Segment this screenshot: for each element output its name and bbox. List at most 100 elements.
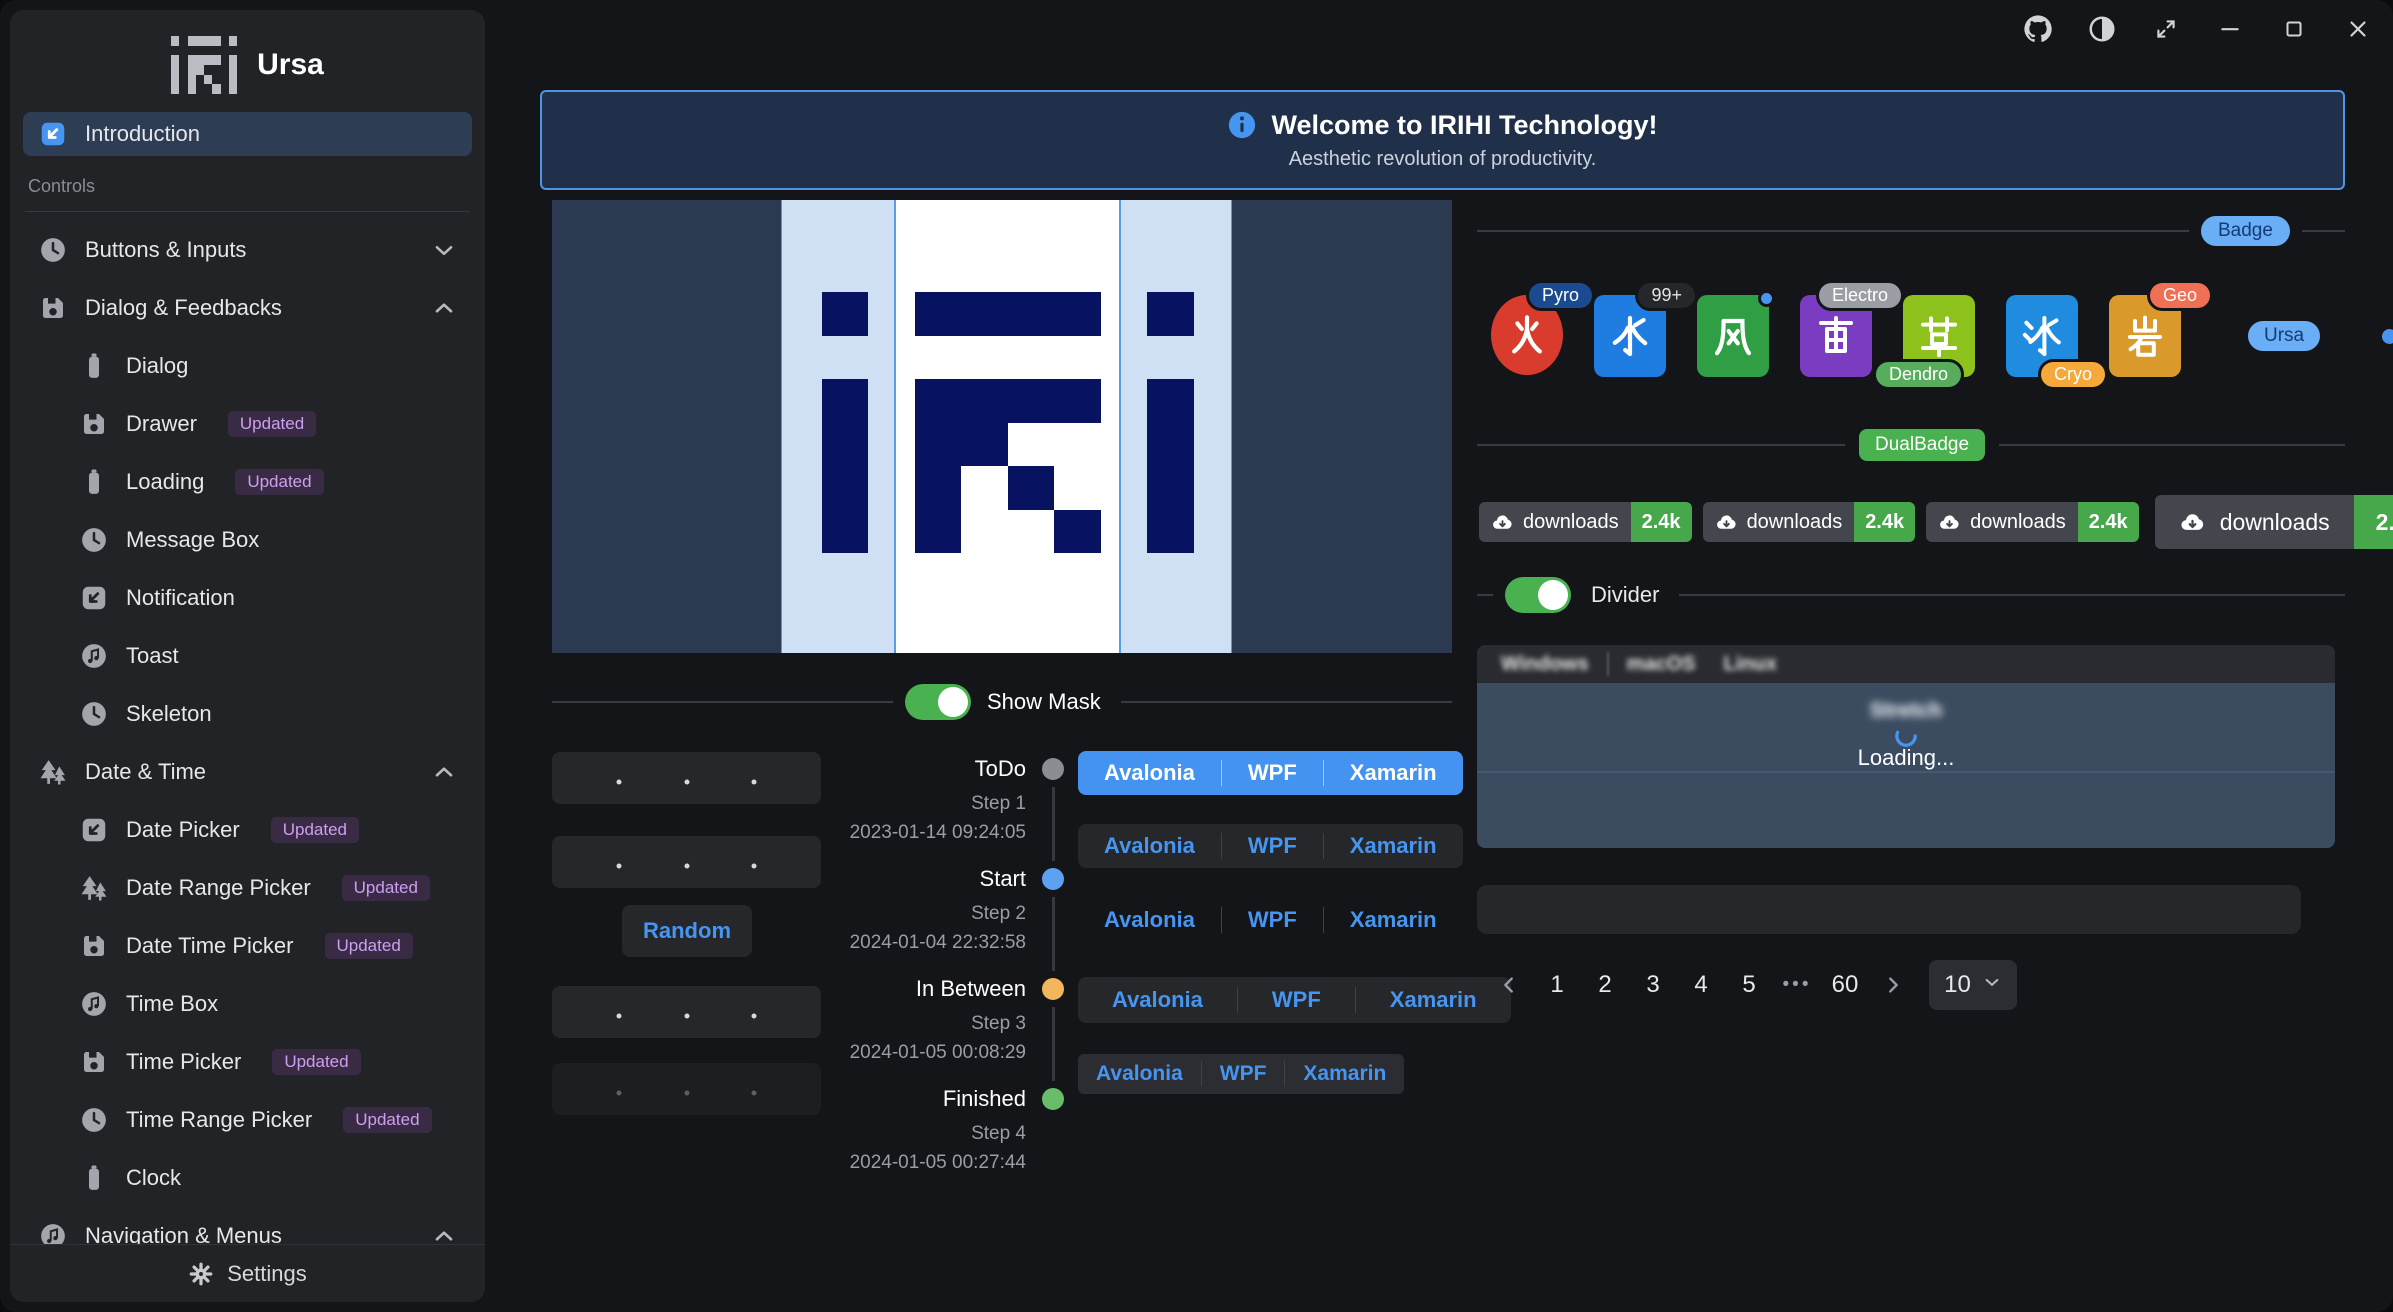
music-icon xyxy=(79,641,109,671)
button-group-dark: AvaloniaWPFXamarin xyxy=(1078,824,1463,868)
sidebar-item-skeleton[interactable]: Skeleton xyxy=(23,692,472,736)
group-button-xamarin[interactable]: Xamarin xyxy=(1324,899,1463,941)
updated-badge: Updated xyxy=(343,1107,431,1133)
divider-line xyxy=(1679,594,2345,596)
group-button-avalonia[interactable]: Avalonia xyxy=(1078,899,1221,941)
sidebar-item-clock[interactable]: Clock xyxy=(23,1156,472,1200)
group-button-wpf[interactable]: WPF xyxy=(1222,899,1323,941)
logo-pixel xyxy=(229,84,237,94)
dual-badge-downloads: downloads2.4k xyxy=(1926,502,2139,542)
sidebar-item-label: Dialog xyxy=(126,353,188,379)
sidebar-group-buttons-inputs[interactable]: Buttons & Inputs xyxy=(23,228,472,272)
sidebar-group-date-time[interactable]: Date & Time xyxy=(23,750,472,794)
irihi-logo-large-icon xyxy=(822,292,1194,553)
timeline-label: Finished xyxy=(830,1085,1026,1113)
group-button-xamarin[interactable]: Xamarin xyxy=(1324,824,1463,868)
minimize-button[interactable] xyxy=(2211,10,2249,48)
sidebar-item-time-box[interactable]: Time Box xyxy=(23,982,472,1026)
logo-pixel xyxy=(171,75,179,85)
logo-pixel xyxy=(961,423,1007,467)
pagination-page-1[interactable]: 1 xyxy=(1533,961,1581,1009)
updated-badge: Updated xyxy=(235,469,323,495)
clock-icon xyxy=(79,525,109,555)
divider-toggle[interactable] xyxy=(1505,577,1571,613)
page-size-value: 10 xyxy=(1944,971,1971,999)
divider-line xyxy=(1999,444,2345,446)
right-column: Badge Pyro99+ElectroDendroCryoGeoUrsa Du… xyxy=(1477,200,2345,1300)
gear-icon xyxy=(188,1261,214,1287)
sidebar-item-message-box[interactable]: Message Box xyxy=(23,518,472,562)
sidebar-item-notification[interactable]: Notification xyxy=(23,576,472,620)
group-button-avalonia[interactable]: Avalonia xyxy=(1078,824,1221,868)
sidebar-group-dialog-feedbacks[interactable]: Dialog & Feedbacks xyxy=(23,286,472,330)
logo-pixel xyxy=(1054,510,1100,554)
page-size-select[interactable]: 10 xyxy=(1929,960,2017,1010)
pagination-prev-button[interactable] xyxy=(1485,961,1533,1009)
sidebar-item-date-range-picker[interactable]: Date Range PickerUpdated xyxy=(23,866,472,910)
pagination-page-2[interactable]: 2 xyxy=(1581,961,1629,1009)
downloads-label-segment: downloads xyxy=(1703,502,1855,542)
settings-button[interactable]: Settings xyxy=(10,1244,485,1302)
dot-badge xyxy=(1758,290,1775,307)
group-button-wpf[interactable]: WPF xyxy=(1238,977,1355,1023)
loading-content: Stretch Loading... xyxy=(1477,683,2335,848)
logo-pixel xyxy=(822,423,868,467)
loading-tab-macos[interactable]: macOS xyxy=(1613,653,1710,676)
ip-separator-dot xyxy=(617,1014,622,1019)
pagination-page-60[interactable]: 60 xyxy=(1821,961,1869,1009)
titlebar-controls xyxy=(2019,10,2377,48)
sidebar-item-label: Time Box xyxy=(126,991,218,1017)
expand-button[interactable] xyxy=(2147,10,2185,48)
pagination-page-3[interactable]: 3 xyxy=(1629,961,1677,1009)
group-button-xamarin[interactable]: Xamarin xyxy=(1324,751,1463,795)
trees-icon xyxy=(38,757,68,787)
group-button-wpf[interactable]: WPF xyxy=(1222,751,1323,795)
pagination-page-4[interactable]: 4 xyxy=(1677,961,1725,1009)
sidebar-item-time-picker[interactable]: Time PickerUpdated xyxy=(23,1040,472,1084)
downloads-badges-row: downloads2.4kdownloads2.4kdownloads2.4kd… xyxy=(1479,495,2345,549)
divider-line xyxy=(1477,230,2189,232)
logo-pixel xyxy=(229,65,237,75)
group-button-wpf[interactable]: WPF xyxy=(1222,824,1323,868)
theme-toggle-button[interactable] xyxy=(2083,10,2121,48)
group-button-wpf[interactable]: WPF xyxy=(1202,1054,1285,1094)
pagination: 12345•••6010 xyxy=(1485,960,2017,1010)
sidebar-item-dialog[interactable]: Dialog xyxy=(23,344,472,388)
downloads-count: 2.4k xyxy=(1631,502,1692,542)
sidebar-item-date-picker[interactable]: Date PickerUpdated xyxy=(23,808,472,852)
divider-line xyxy=(1121,701,1452,703)
banner-subtitle: Aesthetic revolution of productivity. xyxy=(1289,148,1597,171)
downloads-label: downloads xyxy=(2220,509,2330,536)
show-mask-label: Show Mask xyxy=(987,689,1101,715)
maximize-button[interactable] xyxy=(2275,10,2313,48)
logo-pixel xyxy=(171,84,179,94)
sidebar-item-date-time-picker[interactable]: Date Time PickerUpdated xyxy=(23,924,472,968)
group-button-avalonia[interactable]: Avalonia xyxy=(1078,1054,1201,1094)
group-button-avalonia[interactable]: Avalonia xyxy=(1078,751,1221,795)
logo-pixel xyxy=(822,292,868,336)
random-button[interactable]: Random xyxy=(622,905,752,957)
badge-tile-water: 99+ xyxy=(1594,295,1666,377)
pagination-page-5[interactable]: 5 xyxy=(1725,961,1773,1009)
sidebar-item-label: Time Picker xyxy=(126,1049,241,1075)
floppy-icon xyxy=(79,931,109,961)
arrow-square-icon xyxy=(79,583,109,613)
close-button[interactable] xyxy=(2339,10,2377,48)
sidebar-item-introduction[interactable]: Introduction xyxy=(23,112,472,156)
sidebar-item-drawer[interactable]: DrawerUpdated xyxy=(23,402,472,446)
pagination-next-button[interactable] xyxy=(1869,961,1917,1009)
updated-badge: Updated xyxy=(228,411,316,437)
group-button-avalonia[interactable]: Avalonia xyxy=(1078,977,1237,1023)
clock-icon xyxy=(79,1105,109,1135)
github-button[interactable] xyxy=(2019,10,2057,48)
group-button-xamarin[interactable]: Xamarin xyxy=(1285,1054,1404,1094)
sidebar-item-toast[interactable]: Toast xyxy=(23,634,472,678)
clock-icon xyxy=(79,699,109,729)
loading-tab-linux[interactable]: Linux xyxy=(1710,653,1791,676)
sidebar-menu[interactable]: IntroductionControlsButtons & InputsDial… xyxy=(10,112,485,1302)
logo-pixel xyxy=(212,55,220,65)
show-mask-toggle[interactable] xyxy=(905,684,971,720)
sidebar-item-time-range-picker[interactable]: Time Range PickerUpdated xyxy=(23,1098,472,1142)
sidebar-item-loading[interactable]: LoadingUpdated xyxy=(23,460,472,504)
loading-tab-windows[interactable]: Windows xyxy=(1487,653,1603,676)
